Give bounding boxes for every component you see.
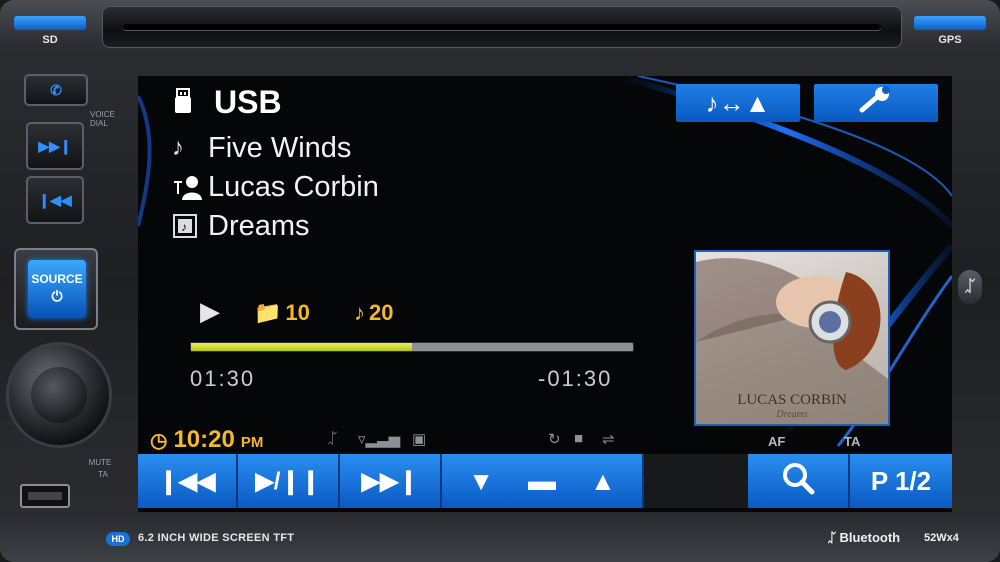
head-unit-chassis: SD GPS ✆ VOICE DIAL ▶▶❙ ❙◀◀ SOURCE ⏻ MUT… [0,0,1000,562]
folder-up-button[interactable]: ▲ [590,466,616,497]
elapsed-time: 01:30 [190,366,256,391]
clock: ◷ 10:20 PM [150,426,263,454]
title-row: ♪ Five Winds [172,130,351,166]
album-art-title: Dreams [776,409,808,420]
hd-badge: HD [106,532,130,546]
sd-label: SD [42,34,58,46]
folder-number: 10 [285,300,310,325]
progress-fill [191,343,412,351]
screen-description: 6.2 INCH WIDE SCREEN TFT [138,532,295,544]
page-label: P 1/2 [870,465,932,496]
power-spec: 52Wx4 [924,532,959,544]
clock-ampm: PM [240,434,264,451]
album-art: LUCAS CORBIN Dreams [694,250,890,426]
search-icon [781,461,815,502]
music-note-icon: ♪ [172,134,184,161]
progress-bar[interactable] [190,342,634,352]
album-row: ♪ Dreams [172,208,310,244]
music-nav-swap-button[interactable]: ♪↔▲ [676,84,800,122]
track-number: 20 [369,300,394,325]
clock-icon: ◷ [150,430,168,452]
next-icon: ▶▶❙ [361,467,419,495]
album-art-artist: LUCAS CORBIN [737,392,847,408]
settings-button[interactable] [814,84,938,122]
usb-icon [172,87,208,117]
previous-icon: ❙◀◀ [158,467,216,495]
voice-dial-label: VOICE DIAL [90,110,115,128]
bottom-strip: HD 6.2 INCH WIDE SCREEN TFT ᛢ Bluetooth … [0,522,1000,562]
track-counter: ♪ 20 [354,300,393,326]
source-button[interactable]: SOURCE ⏻ [14,248,98,330]
control-bar-gap [644,454,748,508]
mute-label: MUTE [88,458,112,467]
phone-battery-icon: ▣ [412,431,427,448]
shuffle-icon: ⇌ [602,431,615,448]
sd-slot-indicator [14,16,86,30]
artist-name: Lucas Corbin [208,170,379,203]
bluetooth-status-icon: ᛢ [328,430,338,447]
folder-nav-group: ▼ ▬ ▲ [442,454,644,508]
clock-time: 10:20 [173,426,235,453]
gps-slot-indicator [914,16,986,30]
source-label: SOURCE [31,272,83,286]
repeat-icon: ↻ [548,431,561,448]
signal-strength-icon: ▿▂▃▅ [358,431,401,448]
source-name: USB [214,83,282,120]
source-button-face: SOURCE ⏻ [28,260,86,318]
control-bar: ❙◀◀ ▶/❙❙ ▶▶❙ ▼ ▬ ▲ P 1/2 [138,454,952,508]
power-icon: ⏻ [51,288,63,304]
folder-down-button[interactable]: ▼ [468,466,494,497]
display-screen: USB ♪ Five Winds Lucas Corbin ♪ Dreams ♪… [138,76,952,512]
bluetooth-brand: ᛢ Bluetooth [828,530,901,545]
track-title: Five Winds [208,131,352,164]
gps-label: GPS [938,34,962,46]
phone-icon: ✆ [50,81,62,98]
folder-icon[interactable]: ▬ [528,465,556,497]
svg-text:♪: ♪ [181,220,187,234]
usb-port [20,484,70,508]
disc-slot [102,6,902,48]
bluetooth-logo-icon: ᛢ [828,530,836,545]
music-note-icon: ♪ [354,300,365,325]
af-label[interactable]: AF [768,434,785,449]
folder-icon: 📁 [254,300,282,325]
bluetooth-icon: ᛢ [958,270,982,304]
play-state-icon: ▶ [200,296,220,326]
artist-row: Lucas Corbin [172,169,379,205]
music-nav-swap-icon: ♪↔▲ [705,87,771,118]
phone-button[interactable]: ✆ [24,74,88,106]
remaining-time: -01:30 [538,366,613,391]
play-pause-icon: ▶/❙❙ [255,467,321,495]
folder-mode-icon: ■ [574,430,584,447]
ta-hw-label: TA [98,470,108,479]
left-control-panel: ✆ VOICE DIAL ▶▶❙ ❙◀◀ SOURCE ⏻ MUTE TA [0,60,128,520]
artist-icon [172,174,208,200]
status-row: ◷ 10:20 PM ᛢ ▿▂▃▅ ▣ ↻ ■ ⇌ [150,426,640,453]
next-track-button[interactable]: ▶▶❙ [26,122,84,170]
ta-label[interactable]: TA [844,434,860,449]
prev-track-icon: ❙◀◀ [38,191,72,208]
wrench-icon [858,85,894,121]
play-pause-button[interactable]: ▶/❙❙ [238,454,340,508]
search-button[interactable] [748,454,850,508]
folder-counter: 📁 10 [254,300,310,326]
source-row: USB [172,84,282,120]
album-name: Dreams [208,209,310,242]
album-icon: ♪ [172,213,208,239]
volume-knob[interactable] [6,342,112,448]
prev-track-button[interactable]: ❙◀◀ [26,176,84,224]
previous-button[interactable]: ❙◀◀ [138,454,238,508]
next-track-icon: ▶▶❙ [38,137,72,154]
page-button[interactable]: P 1/2 [850,454,952,508]
next-button[interactable]: ▶▶❙ [340,454,442,508]
